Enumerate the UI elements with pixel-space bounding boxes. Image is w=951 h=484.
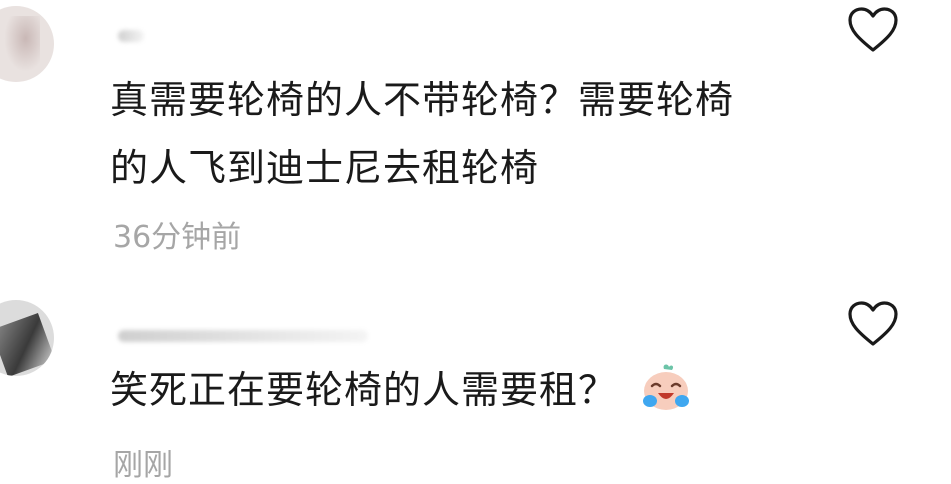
heart-icon[interactable] bbox=[846, 6, 900, 54]
username-blurred[interactable] bbox=[118, 30, 144, 42]
avatar[interactable] bbox=[0, 6, 54, 82]
username-blurred[interactable] bbox=[118, 330, 368, 342]
laughing-crying-emoji-icon bbox=[643, 364, 690, 410]
avatar[interactable] bbox=[0, 300, 54, 376]
comment-timestamp: 36分钟前 bbox=[113, 220, 242, 255]
comment-text-content: 笑死正在要轮椅的人需要租？ bbox=[110, 368, 618, 412]
comment-timestamp: 刚刚 bbox=[113, 448, 173, 483]
heart-icon[interactable] bbox=[846, 300, 900, 348]
comment-text: 笑死正在要轮椅的人需要租？ bbox=[110, 356, 790, 424]
comment-text: 真需要轮椅的人不带轮椅？需要轮椅的人飞到迪士尼去租轮椅 bbox=[110, 78, 735, 190]
